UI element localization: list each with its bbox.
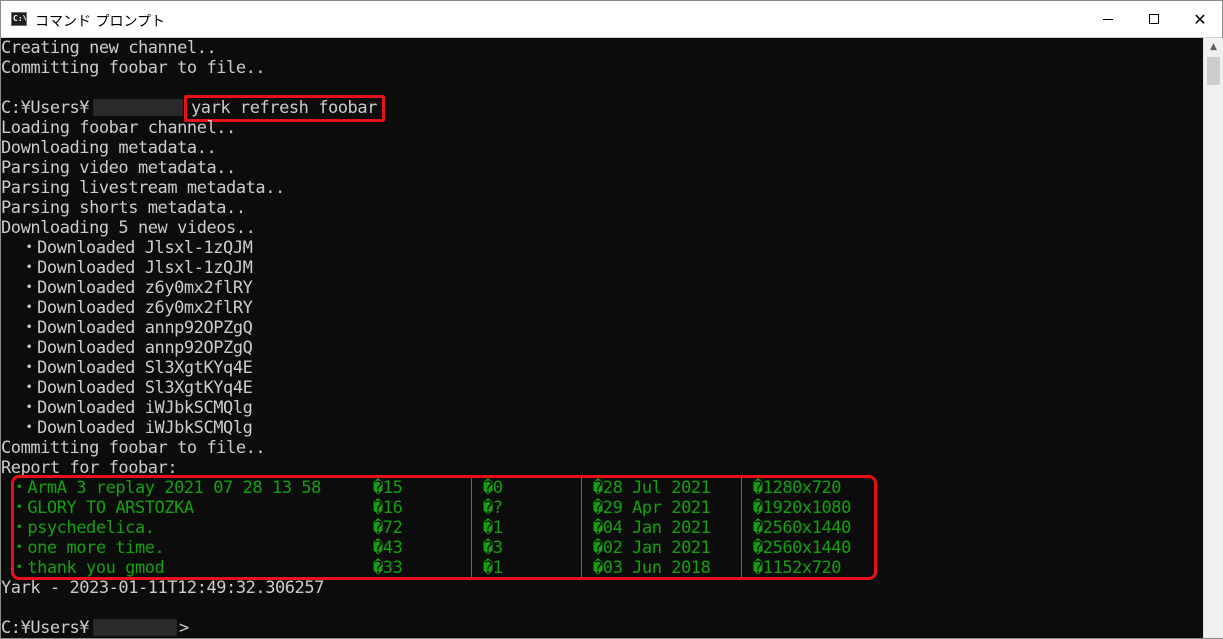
download-line: ・Downloaded iWJbkSCMQlg [1,418,253,438]
download-line: ・Downloaded annp92OPZgQ [1,338,253,358]
console-line: Downloading 5 new videos.. [1,218,256,238]
console-line: Parsing shorts metadata.. [1,198,246,218]
redacted-username [93,619,177,636]
close-button[interactable]: ✕ [1177,1,1223,37]
report-highlight-box [11,475,877,580]
prompt-cursor[interactable]: > [179,618,189,638]
download-line: ・Downloaded Jlsxl-1zQJM [1,238,253,258]
download-line: ・Downloaded iWJbkSCMQlg [1,398,253,418]
window-title: コマンド プロンプト [35,14,166,30]
console-line: Committing foobar to file.. [1,438,266,458]
maximize-icon [1149,14,1159,24]
console-line: Loading foobar channel.. [1,118,236,138]
yark-footer: Yark - 2023-01-11T12:49:32.306257 [1,578,324,598]
download-line: ・Downloaded z6y0mx2flRY [1,278,253,298]
scroll-thumb[interactable] [1207,57,1220,85]
close-icon: ✕ [1193,9,1207,29]
redacted-username [93,99,183,116]
console-line: Committing foobar to file.. [1,58,266,78]
command-prompt-path: C:¥Users¥ [1,98,90,118]
download-line: ・Downloaded annp92OPZgQ [1,318,253,338]
console-line: Downloading metadata.. [1,138,217,158]
download-line: ・Downloaded Sl3XgtKYq4E [1,378,253,398]
maximize-button[interactable] [1131,1,1177,37]
minimize-button[interactable] [1085,1,1131,37]
download-line: ・Downloaded Jlsxl-1zQJM [1,258,253,278]
console-output[interactable]: Creating new channel.. Committing foobar… [1,38,1203,638]
command-prompt-window: C:\ コマンド プロンプト ✕ Creating new channel.. … [0,0,1223,639]
scroll-up-arrow-icon[interactable]: ▲ [1204,38,1223,55]
prompt-path: C:¥Users¥ [1,618,90,638]
console-line: Parsing livestream metadata.. [1,178,285,198]
cmd-icon: C:\ [11,12,27,26]
console-line: Creating new channel.. [1,38,217,58]
download-line: ・Downloaded z6y0mx2flRY [1,298,253,318]
console-line: Parsing video metadata.. [1,158,236,178]
vertical-scrollbar[interactable]: ▲ [1203,38,1223,638]
minimize-icon [1103,18,1113,20]
title-bar[interactable]: C:\ コマンド プロンプト ✕ [1,1,1222,38]
download-line: ・Downloaded Sl3XgtKYq4E [1,358,253,378]
